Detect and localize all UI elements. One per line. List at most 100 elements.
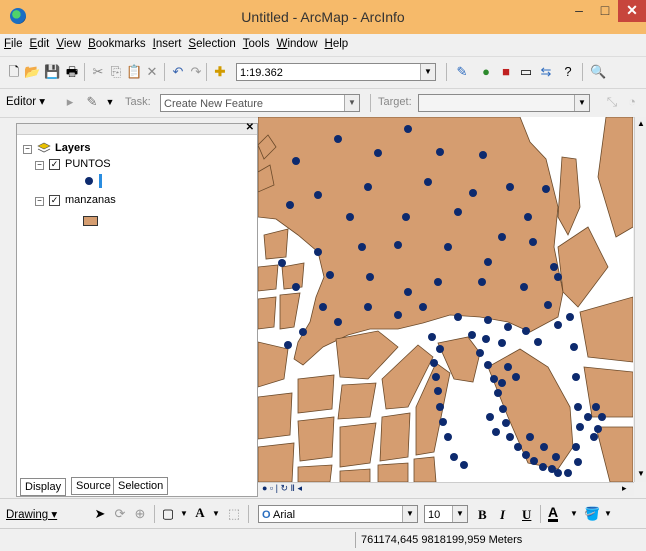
point-feature[interactable] (436, 148, 444, 156)
point-feature[interactable] (314, 191, 322, 199)
catalog-icon[interactable]: ▭ (518, 64, 534, 80)
chevron-down-icon[interactable]: ▼ (344, 95, 359, 111)
map-horizontal-scrollbar[interactable]: ● ▫ | ↻ Ⅱ ◂ ▸ (258, 482, 634, 496)
chevron-down-icon[interactable]: ▼ (176, 506, 192, 522)
model-builder-icon[interactable]: ⇆ (538, 64, 554, 80)
close-icon[interactable]: ✕ (246, 122, 254, 133)
point-feature[interactable] (314, 248, 322, 256)
point-feature[interactable] (478, 278, 486, 286)
menu-window[interactable]: Window (273, 34, 321, 50)
point-feature[interactable] (364, 303, 372, 311)
new-document-icon[interactable]: 🗋 (6, 64, 22, 80)
point-feature[interactable] (529, 238, 537, 246)
point-feature[interactable] (544, 301, 552, 309)
point-feature[interactable] (358, 243, 366, 251)
point-feature[interactable] (450, 453, 458, 461)
point-feature[interactable] (594, 425, 602, 433)
point-feature[interactable] (572, 373, 580, 381)
point-feature[interactable] (574, 458, 582, 466)
menu-view[interactable]: View (52, 34, 84, 50)
zoom-to-selected-icon[interactable]: ⊕ (132, 506, 148, 522)
attributes-icon[interactable]: ⤡ (604, 94, 620, 110)
point-feature[interactable] (286, 201, 294, 209)
point-feature[interactable] (590, 433, 598, 441)
point-feature[interactable] (402, 213, 410, 221)
layer-name-manzanas[interactable]: manzanas (65, 194, 116, 206)
point-feature[interactable] (436, 345, 444, 353)
data-view-icon[interactable]: ● ▫ | ↻ Ⅱ ◂ (262, 483, 302, 494)
copy-icon[interactable]: ⎘ (108, 64, 124, 80)
point-feature[interactable] (319, 303, 327, 311)
point-feature[interactable] (502, 419, 510, 427)
point-feature[interactable] (482, 335, 490, 343)
point-feature[interactable] (520, 283, 528, 291)
point-feature[interactable] (278, 259, 286, 267)
layer-name-puntos[interactable]: PUNTOS (65, 158, 111, 170)
point-feature[interactable] (334, 135, 342, 143)
collapse-icon[interactable]: − (23, 145, 32, 154)
point-feature[interactable] (490, 375, 498, 383)
point-feature[interactable] (419, 303, 427, 311)
target-combo[interactable]: ▼ (418, 94, 590, 112)
point-feature[interactable] (404, 125, 412, 133)
point-feature[interactable] (554, 469, 562, 477)
point-feature[interactable] (479, 151, 487, 159)
bold-button[interactable]: B (478, 507, 487, 523)
close-button[interactable]: ✕ (618, 0, 646, 22)
point-feature[interactable] (554, 321, 562, 329)
sketch-tool-icon[interactable]: ✎ (84, 94, 100, 110)
point-feature[interactable] (504, 323, 512, 331)
map-drawing[interactable] (258, 117, 633, 482)
point-feature[interactable] (374, 149, 382, 157)
point-feature[interactable] (404, 288, 412, 296)
point-feature[interactable] (292, 157, 300, 165)
sketch-properties-icon[interactable]: ◔ (624, 94, 640, 110)
editor-menu[interactable]: Editor ▾ (6, 94, 45, 108)
menu-edit[interactable]: Edit (26, 34, 53, 50)
point-feature[interactable] (526, 433, 534, 441)
point-feature[interactable] (530, 457, 538, 465)
point-feature[interactable] (284, 341, 292, 349)
point-feature[interactable] (486, 413, 494, 421)
point-feature[interactable] (434, 387, 442, 395)
tab-source[interactable]: Source (71, 477, 116, 495)
polygon-symbol-icon[interactable] (83, 216, 98, 226)
chevron-down-icon[interactable]: ▼ (420, 64, 435, 80)
menu-help[interactable]: Help (321, 34, 352, 50)
table-of-contents-icon[interactable]: ● (478, 64, 494, 80)
edit-vertices-icon[interactable]: ⬚ (226, 506, 242, 522)
point-feature[interactable] (498, 233, 506, 241)
point-feature[interactable] (476, 349, 484, 357)
whats-this-help-icon[interactable]: ? (560, 64, 576, 80)
point-feature[interactable] (550, 263, 558, 271)
point-feature[interactable] (436, 403, 444, 411)
map-canvas[interactable] (258, 117, 633, 482)
drawing-menu[interactable]: Drawing ▾ (6, 507, 57, 521)
point-feature[interactable] (554, 273, 562, 281)
chevron-down-icon[interactable]: ▼ (600, 506, 616, 522)
point-feature[interactable] (584, 413, 592, 421)
point-feature[interactable] (522, 451, 530, 459)
puntos-visibility-checkbox[interactable]: ✓ (49, 159, 60, 170)
point-feature[interactable] (494, 389, 502, 397)
point-feature[interactable] (484, 258, 492, 266)
point-feature[interactable] (434, 278, 442, 286)
collapse-icon[interactable]: − (35, 161, 44, 170)
font-size-combo[interactable]: 10 ▼ (424, 505, 468, 523)
layers-root-label[interactable]: Layers (55, 142, 90, 154)
maximize-button[interactable]: □ (592, 0, 618, 22)
point-feature[interactable] (432, 373, 440, 381)
select-elements-icon[interactable]: ➤ (92, 506, 108, 522)
editor-toolbar-icon[interactable]: ✎ (454, 64, 470, 80)
point-feature[interactable] (460, 461, 468, 469)
chevron-down-icon[interactable]: ▼ (208, 506, 224, 522)
cut-icon[interactable]: ✂ (90, 64, 106, 80)
new-text-icon[interactable]: A (192, 505, 208, 521)
point-feature[interactable] (334, 318, 342, 326)
point-feature[interactable] (430, 359, 438, 367)
zoom-in-icon[interactable]: 🔍 (590, 64, 606, 80)
point-feature[interactable] (522, 327, 530, 335)
tab-selection[interactable]: Selection (113, 477, 169, 495)
point-feature[interactable] (498, 379, 506, 387)
minimize-button[interactable]: – (566, 0, 592, 22)
